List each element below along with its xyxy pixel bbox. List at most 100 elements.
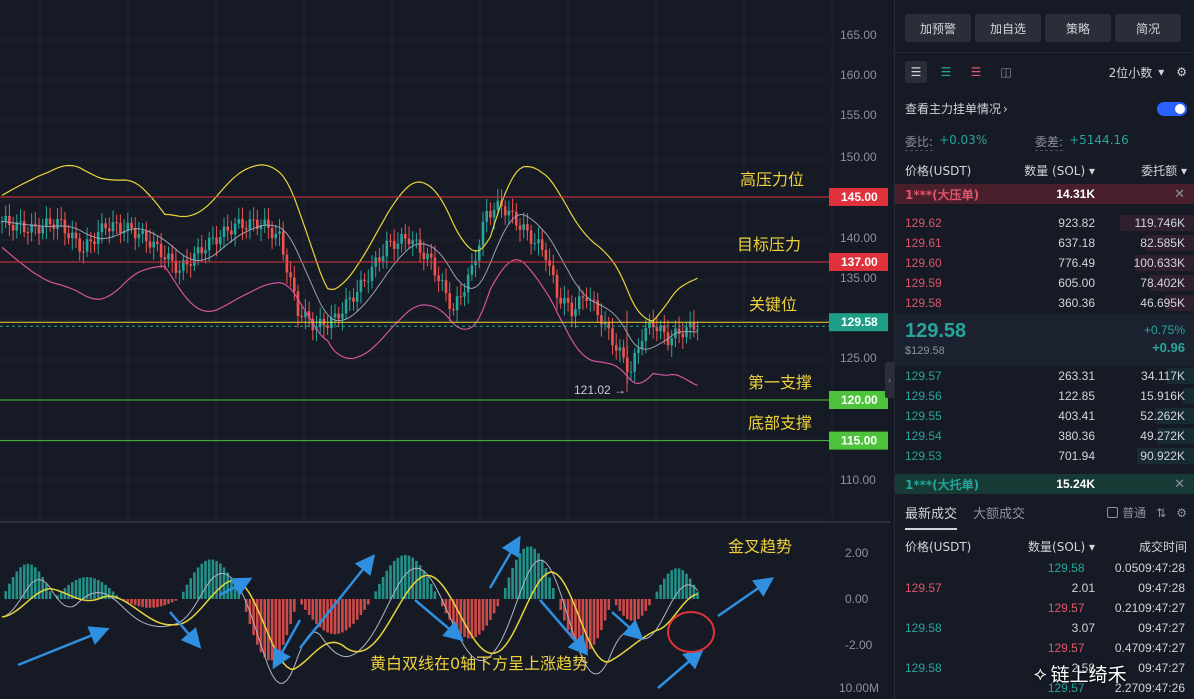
macd-bar (463, 599, 466, 638)
candle-body (363, 279, 366, 282)
trade-row[interactable]: 129.57 0.21 09:47:27 (895, 598, 1194, 618)
asks-view-icon[interactable]: ☰ (965, 61, 987, 83)
orderbook-row[interactable]: 129.54 380.36 49.272K (895, 426, 1194, 446)
row-price: 129.62 (905, 216, 942, 230)
strategy-button[interactable]: 策略 (1045, 14, 1111, 42)
orderbook-row[interactable]: 129.55 403.41 52.262K (895, 406, 1194, 426)
candle-body (544, 249, 548, 261)
row-price: 129.59 (905, 276, 942, 290)
total-col-header[interactable]: 委托额 ▾ (1095, 162, 1187, 179)
row-qty: 263.31 (1058, 369, 1095, 383)
normal-filter[interactable]: 普通 (1107, 504, 1146, 529)
settings-icon[interactable]: ⚙ (1176, 506, 1187, 528)
candle-body (296, 291, 300, 316)
orderbook-row[interactable]: 129.58 360.36 46.695K (895, 293, 1194, 313)
both-sides-view-icon[interactable]: ☰ (905, 61, 927, 83)
candle-body (230, 230, 233, 235)
row-value: 09:47:27 (1138, 621, 1185, 635)
horizontal-levels: 145.00 高压力位 137.00 目标压力 129.58 关键位 120.00 第一支撑 1… (0, 170, 888, 450)
candle-body (285, 254, 289, 273)
main-orders-link[interactable]: 查看主力挂单情况 (905, 100, 1001, 117)
row-price: 129.58 (1047, 561, 1085, 575)
candle-body (433, 257, 437, 276)
trade-row[interactable]: 129.57 0.47 09:47:27 (895, 638, 1194, 658)
price-chart[interactable]: 145.00 高压力位 137.00 目标压力 129.58 关键位 120.00 第一支撑 1… (0, 0, 890, 699)
tab-latest-trades[interactable]: 最新成交 (905, 503, 958, 530)
decimal-select[interactable]: 2位小数 ▾ ⚙ (1109, 64, 1187, 81)
macd-bar (145, 599, 148, 608)
macd-bar (681, 570, 685, 599)
orderbook-row[interactable]: 129.59 605.00 78.402K (895, 273, 1194, 293)
trade-row[interactable]: 129.58 3.07 09:47:27 (895, 618, 1194, 638)
depth-view-icon[interactable]: ◫ (995, 61, 1017, 83)
candle-body (552, 265, 555, 275)
tab-large-trades[interactable]: 大额成交 (973, 503, 1025, 530)
candle-body (82, 251, 85, 253)
settings-icon[interactable]: ⚙ (1176, 65, 1187, 79)
macd-bar (315, 599, 318, 624)
candle-body (478, 245, 481, 261)
candle-body (463, 292, 466, 297)
macd-bar (167, 599, 170, 604)
close-icon[interactable]: ✕ (1174, 186, 1185, 202)
close-icon[interactable]: ✕ (1174, 476, 1185, 492)
macd-label: 金叉趋势 (728, 537, 792, 556)
candle-body (452, 309, 455, 311)
row-price: 129.57 (905, 581, 942, 595)
candle-body (529, 230, 533, 244)
candle-body (119, 222, 122, 234)
candle-body (22, 221, 26, 232)
macd-bar (215, 560, 218, 599)
filter-icon[interactable]: ⇅ (1156, 506, 1166, 528)
row-qty: 0.21 (1114, 601, 1139, 615)
big-ask-bar[interactable]: 1***(大压单) 14.31K ✕ (895, 184, 1194, 204)
candle-body (355, 292, 359, 302)
ratio-label: 委比: (905, 135, 934, 151)
trade-qty-header[interactable]: 数量(SOL) ▾ (1005, 538, 1095, 555)
macd-bar (89, 577, 93, 599)
add-alert-button[interactable]: 加预警 (905, 14, 971, 42)
candle-body (577, 296, 581, 310)
last-price-block: 129.58 $129.58 +0.75% +0.96 (895, 314, 1194, 366)
macd-bar (511, 567, 514, 599)
candle-body (581, 296, 585, 298)
checkbox[interactable] (1107, 507, 1119, 518)
orderbook-row[interactable]: 129.60 776.49 100.633K (895, 253, 1194, 273)
trade-row[interactable]: 129.58 0.05 09:47:28 (895, 558, 1194, 578)
macd-bar (341, 599, 344, 633)
row-value: 90.922K (1140, 449, 1185, 463)
candle-body (359, 279, 363, 293)
row-qty: 2.01 (1071, 581, 1095, 595)
macd-bar (4, 591, 7, 599)
qty-col-header[interactable]: 数量 (SOL) ▾ (1005, 162, 1095, 179)
macd-bar (367, 599, 370, 605)
add-watchlist-button[interactable]: 加自选 (975, 14, 1041, 42)
candle-body (130, 222, 133, 229)
big-bid-bar[interactable]: 1***(大托单) 15.24K ✕ (895, 474, 1194, 494)
panel-resize-handle[interactable]: › (885, 362, 894, 398)
macd-bar (189, 578, 192, 599)
candle-body (655, 327, 659, 332)
candle-body (515, 211, 518, 226)
orderbook-row[interactable]: 129.53 701.94 90.922K (895, 446, 1194, 466)
main-orders-toggle[interactable] (1157, 101, 1187, 116)
orderbook-row[interactable]: 129.62 923.82 119.746K (895, 213, 1194, 233)
macd-bar (655, 591, 659, 599)
macd-bar (677, 568, 681, 599)
bids-view-icon[interactable]: ☰ (935, 61, 957, 83)
candle-body (274, 233, 278, 239)
macd-bar (404, 555, 407, 599)
chart-canvas[interactable]: 145.00 高压力位 137.00 目标压力 129.58 关键位 120.00 第一支撑 1… (0, 0, 890, 699)
trade-row[interactable]: 129.57 2.01 09:47:28 (895, 578, 1194, 598)
orderbook-row[interactable]: 129.61 637.18 82.585K (895, 233, 1194, 253)
candle-body (241, 219, 244, 229)
orderbook-row[interactable]: 129.57 263.31 34.117K (895, 366, 1194, 386)
macd-bar (663, 578, 666, 599)
macd-bar (411, 557, 414, 599)
orderbook-row[interactable]: 129.56 122.85 15.916K (895, 386, 1194, 406)
macd-bar (659, 584, 662, 599)
overview-button[interactable]: 简况 (1115, 14, 1181, 42)
macd-bar (374, 591, 377, 599)
price-axis-label: 150.00 (840, 150, 877, 164)
candle-body (426, 253, 429, 260)
